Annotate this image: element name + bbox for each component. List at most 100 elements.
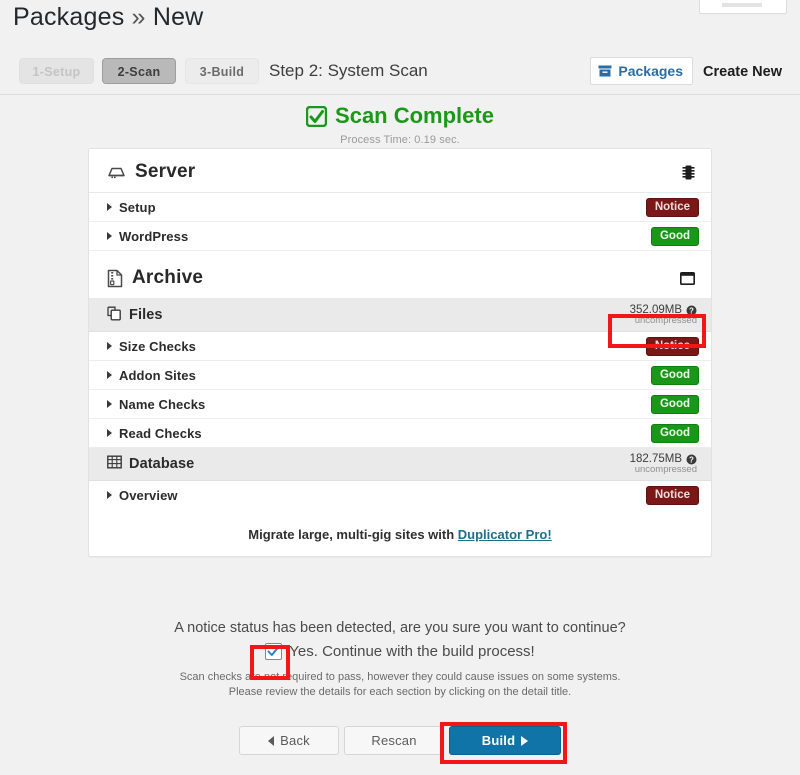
- row-label-setup: Setup: [107, 200, 156, 215]
- files-size-value: 352.09MB ? uncompressed: [630, 304, 699, 326]
- continue-checkbox[interactable]: [265, 643, 283, 660]
- build-button-label: Build: [481, 733, 516, 748]
- notice-question: A notice status has been detected, are y…: [174, 620, 626, 636]
- arrow-left-icon: [268, 735, 275, 746]
- table-row[interactable]: Files 352.09MB ? uncompressed: [89, 299, 711, 332]
- top-partial-box: [699, 0, 787, 14]
- scan-status-title: Scan Complete: [306, 103, 494, 129]
- table-row[interactable]: Setup Notice: [89, 193, 711, 222]
- chevron-right-icon: [107, 400, 112, 408]
- packages-button-label: Packages: [618, 63, 683, 79]
- duplicator-pro-link[interactable]: Duplicator Pro!: [458, 527, 552, 542]
- server-rows: Setup Notice WordPress Good: [89, 192, 711, 251]
- question-circle-icon[interactable]: ?: [686, 305, 697, 316]
- arrow-right-icon: [521, 735, 529, 746]
- table-row[interactable]: Read Checks Good: [89, 419, 711, 448]
- scan-note-line1: Scan checks are not required to pass, ho…: [179, 671, 621, 683]
- table-grid-icon: [107, 455, 122, 473]
- step-caption: Step 2: System Scan: [269, 61, 428, 80]
- files-copy-icon: [107, 306, 122, 325]
- back-button[interactable]: Back: [239, 726, 339, 755]
- check-square-icon: [306, 105, 328, 127]
- row-text: Files: [129, 307, 163, 323]
- header-divider: [0, 94, 800, 95]
- scan-results-panel: Server Setup Notice WordPress Good Archi…: [88, 148, 712, 557]
- section-title-server: Server: [135, 161, 196, 182]
- continue-checkbox-row[interactable]: Yes. Continue with the build process!: [0, 643, 800, 660]
- database-size-sublabel: uncompressed: [634, 464, 697, 476]
- step-tab-build[interactable]: 3-Build: [185, 58, 259, 84]
- database-size-value: 182.75MB ? uncompressed: [630, 453, 699, 475]
- row-label-read-checks: Read Checks: [107, 426, 202, 441]
- memory-chip-icon[interactable]: [682, 164, 695, 181]
- status-badge: Notice: [645, 336, 699, 356]
- table-row[interactable]: WordPress Good: [89, 222, 711, 251]
- rescan-button[interactable]: Rescan: [344, 726, 444, 755]
- table-row[interactable]: Overview Notice: [89, 481, 711, 509]
- build-button[interactable]: Build: [449, 726, 561, 755]
- scan-note-line2: Please review the details for each secti…: [228, 686, 572, 698]
- archive-box-icon: [598, 65, 612, 77]
- page-title-main: Packages: [13, 3, 125, 31]
- step-tab-setup[interactable]: 1-Setup: [19, 58, 94, 84]
- page-title-sub: New: [152, 3, 204, 31]
- section-title-server-wrap: Server: [107, 161, 195, 183]
- rescan-button-label: Rescan: [371, 733, 417, 748]
- row-text: Name Checks: [119, 396, 206, 412]
- table-row[interactable]: Database 182.75MB ? uncompressed: [89, 448, 711, 481]
- question-circle-icon[interactable]: ?: [686, 454, 697, 465]
- archive-rows: Files 352.09MB ? uncompressed Size Check…: [89, 298, 711, 509]
- status-badge: Good: [650, 423, 699, 443]
- chevron-right-icon: [107, 232, 112, 240]
- server-icon: [107, 164, 126, 181]
- top-partial-box-bar: [722, 3, 762, 7]
- row-label-wordpress: WordPress: [107, 229, 188, 244]
- page-title: Packages » New: [13, 3, 203, 32]
- step-tab-scan[interactable]: 2-Scan: [102, 58, 176, 84]
- archive-file-icon: [107, 269, 123, 288]
- row-text: Addon Sites: [119, 367, 196, 383]
- page-title-separator: »: [131, 3, 146, 31]
- chevron-right-icon: [107, 203, 112, 211]
- section-header-archive: Archive: [89, 251, 711, 298]
- row-label-name-checks: Name Checks: [107, 397, 205, 412]
- row-label-files: Files: [107, 306, 163, 325]
- window-box-icon[interactable]: [680, 271, 695, 285]
- chevron-right-icon: [107, 371, 112, 379]
- status-badge: Good: [650, 226, 699, 246]
- status-badge: Good: [650, 394, 699, 414]
- scan-status-text: Scan Complete: [335, 103, 494, 128]
- row-text: Size Checks: [119, 338, 196, 354]
- process-time-label: Process Time: 0.19 sec.: [340, 133, 460, 146]
- svg-text:?: ?: [689, 306, 694, 315]
- scan-status-header: Scan Complete Process Time: 0.19 sec.: [0, 103, 800, 146]
- packages-button[interactable]: Packages: [590, 57, 693, 85]
- table-row[interactable]: Addon Sites Good: [89, 361, 711, 390]
- status-badge: Notice: [645, 197, 699, 217]
- row-label-size-checks: Size Checks: [107, 339, 196, 354]
- section-title-archive-wrap: Archive: [107, 267, 203, 289]
- create-new-link[interactable]: Create New: [703, 58, 782, 86]
- status-badge: Notice: [645, 485, 699, 505]
- back-button-label: Back: [280, 733, 310, 748]
- chevron-right-icon: [107, 429, 112, 437]
- chevron-right-icon: [107, 342, 112, 350]
- scan-note: Scan checks are not required to pass, ho…: [0, 670, 800, 700]
- row-text: Setup: [119, 199, 156, 215]
- section-header-server: Server: [89, 149, 711, 192]
- row-label-database: Database: [107, 455, 194, 473]
- wizard-button-row: Back Rescan Build: [0, 726, 800, 755]
- row-label-addon-sites: Addon Sites: [107, 368, 196, 383]
- row-text: Overview: [119, 487, 178, 503]
- table-row[interactable]: Name Checks Good: [89, 390, 711, 419]
- files-size-sublabel: uncompressed: [634, 315, 697, 327]
- svg-text:?: ?: [689, 455, 694, 464]
- row-label-overview: Overview: [107, 488, 178, 503]
- chevron-right-icon: [107, 491, 112, 499]
- section-title-archive: Archive: [132, 267, 204, 288]
- promo-text: Migrate large, multi-gig sites with: [248, 527, 458, 542]
- status-badge: Good: [650, 365, 699, 385]
- step-navigation: 1-Setup 2-Scan 3-Build Step 2: System Sc…: [0, 57, 800, 94]
- row-text: Read Checks: [119, 425, 202, 441]
- table-row[interactable]: Size Checks Notice: [89, 332, 711, 361]
